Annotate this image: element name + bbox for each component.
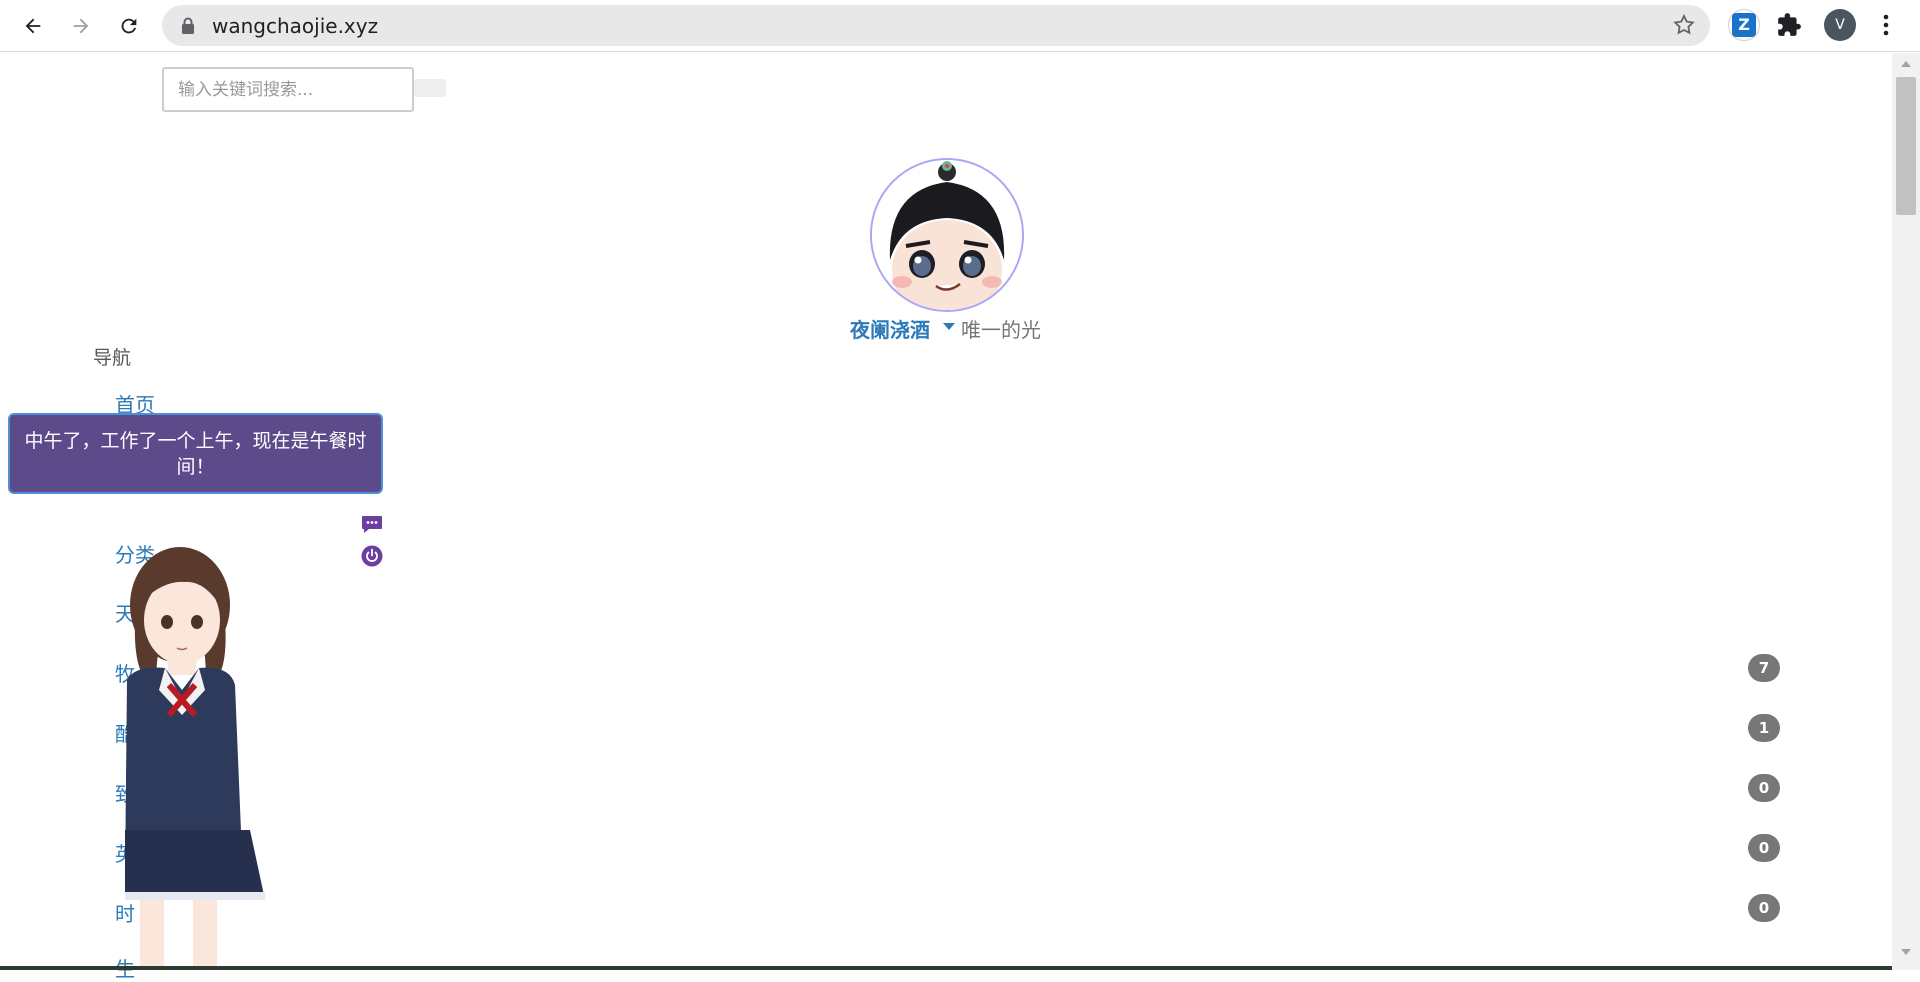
count-badge: 0 [1748, 774, 1780, 802]
z-extension-icon: Z [1732, 13, 1756, 37]
sidebar-heading-nav: 导航 [93, 347, 132, 369]
address-bar[interactable]: wangchaojie.xyz [162, 5, 1710, 46]
scrollbar-thumb[interactable] [1896, 77, 1916, 215]
browser-toolbar: wangchaojie.xyz Z V [0, 0, 1920, 52]
search-button[interactable] [414, 79, 446, 97]
reload-icon [121, 18, 137, 34]
profile-name[interactable]: 夜阑浇酒 [850, 314, 930, 343]
count-badge: 7 [1748, 654, 1780, 682]
profile-motto: 唯一的光 [961, 318, 1041, 342]
arrow-left-icon [25, 18, 41, 34]
reload-button[interactable] [112, 9, 146, 43]
url-text: wangchaojie.xyz [212, 14, 379, 38]
forward-button[interactable] [64, 9, 98, 43]
bottom-divider [0, 966, 1892, 970]
search-input[interactable] [162, 67, 414, 112]
scroll-up-arrow-icon[interactable] [1901, 61, 1911, 67]
page-scrollbar[interactable] [1892, 53, 1920, 970]
caret-down-icon[interactable] [943, 323, 955, 330]
count-badge: 1 [1748, 714, 1780, 742]
mascot-message-bubble: 中午了，工作了一个上午，现在是午餐时间！ [8, 413, 383, 494]
scroll-down-arrow-icon[interactable] [1901, 949, 1911, 955]
profile-avatar[interactable] [870, 158, 1024, 312]
lock-icon [182, 17, 194, 34]
profile-avatar-button[interactable]: V [1824, 9, 1856, 41]
count-badge: 0 [1748, 894, 1780, 922]
chibi-avatar-icon [872, 160, 1022, 310]
more-vert-icon[interactable] [1876, 12, 1896, 38]
chat-icon[interactable] [361, 515, 383, 533]
power-icon[interactable] [361, 545, 383, 567]
back-button[interactable] [16, 9, 50, 43]
bookmark-star-icon[interactable] [1672, 13, 1696, 37]
anime-girl-mascot[interactable] [125, 540, 295, 970]
arrow-right-icon [73, 18, 89, 34]
extension-z-button[interactable]: Z [1728, 9, 1760, 41]
count-badge: 0 [1748, 834, 1780, 862]
extensions-puzzle-icon[interactable] [1776, 12, 1802, 38]
